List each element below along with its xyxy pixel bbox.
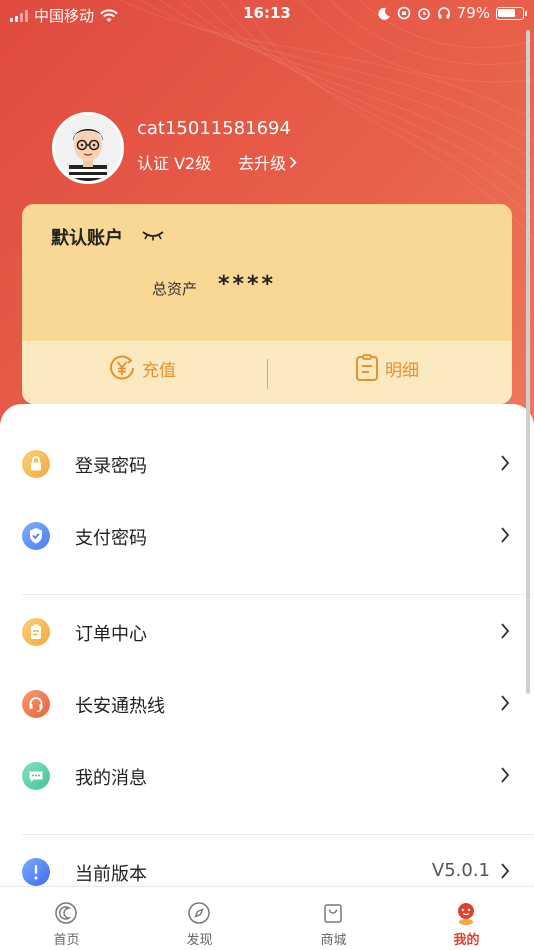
lock-icon — [22, 450, 50, 478]
yuan-coin-icon — [110, 355, 134, 380]
settings-sheet: 登录密码 支付密码 订单中心 长安通热线 我的消息 当前版本 V5.0.1 — [0, 404, 534, 950]
tab-discover[interactable]: 发现 — [133, 887, 266, 950]
menu-item-pay-password[interactable]: 支付密码 — [0, 506, 534, 566]
chevron-right-icon — [501, 767, 510, 783]
chat-bubble-icon — [22, 762, 50, 790]
clipboard-icon — [22, 618, 50, 646]
menu-item-hotline[interactable]: 长安通热线 — [0, 674, 534, 734]
chevron-right-icon — [289, 156, 297, 168]
tab-label-home: 首页 — [53, 933, 80, 948]
details-label: 明细 — [385, 360, 419, 381]
total-assets-label: 总资产 — [152, 280, 198, 298]
alarm-icon — [417, 8, 430, 20]
eye-closed-icon[interactable] — [142, 229, 164, 241]
compass-icon — [188, 902, 210, 924]
chevron-right-icon — [501, 863, 510, 879]
shopping-bag-icon — [324, 904, 342, 923]
headphones-icon — [437, 7, 450, 19]
account-title: 默认账户 — [51, 228, 123, 249]
menu-label-hotline: 长安通热线 — [75, 696, 165, 717]
menu-item-messages[interactable]: 我的消息 — [0, 746, 534, 806]
card-divider — [267, 359, 268, 389]
info-exclamation-icon — [22, 858, 50, 886]
menu-label-login-password: 登录密码 — [75, 456, 147, 477]
shield-check-icon — [22, 522, 50, 550]
upgrade-label: 去升级 — [238, 154, 287, 173]
scrollbar[interactable] — [526, 30, 530, 694]
tab-mall[interactable]: 商城 — [267, 887, 400, 950]
recharge-label: 充值 — [142, 360, 176, 381]
upgrade-link[interactable]: 去升级 — [238, 150, 297, 174]
chevron-right-icon — [501, 695, 510, 711]
tab-label-mall: 商城 — [320, 933, 347, 948]
total-assets-value: **** — [218, 272, 277, 297]
rotation-lock-icon — [397, 6, 410, 20]
chevron-right-icon — [501, 455, 510, 471]
menu-item-orders[interactable]: 订单中心 — [0, 602, 534, 662]
battery-percent: 79% — [456, 4, 490, 22]
menu-label-orders: 订单中心 — [75, 624, 147, 645]
home-icon — [55, 902, 77, 924]
details-button[interactable]: 明细 — [355, 354, 419, 382]
account-card: 默认账户 总资产 **** 充值 明细 — [22, 204, 512, 404]
tab-bar: 首页 发现 商城 我的 — [0, 886, 534, 950]
profile-icon — [458, 903, 474, 925]
avatar[interactable] — [52, 112, 124, 184]
tab-mine[interactable]: 我的 — [400, 887, 533, 950]
status-bar: 中国移动 16:13 79% — [0, 0, 534, 28]
section-divider — [22, 594, 534, 595]
chevron-right-icon — [501, 623, 510, 639]
menu-label-pay-password: 支付密码 — [75, 528, 147, 549]
section-divider — [22, 834, 534, 835]
menu-label-version: 当前版本 — [75, 864, 147, 885]
moon-icon — [378, 7, 390, 20]
battery-icon — [496, 6, 527, 20]
version-value: V5.0.1 — [431, 860, 490, 881]
menu-item-login-password[interactable]: 登录密码 — [0, 434, 534, 494]
chevron-right-icon — [501, 527, 510, 543]
certification-level: 认证 V2级 — [137, 154, 212, 173]
username: cat15011581694 — [137, 118, 291, 139]
tab-label-discover: 发现 — [186, 933, 213, 948]
headset-icon — [22, 690, 50, 718]
tab-label-mine: 我的 — [453, 933, 480, 948]
menu-label-messages: 我的消息 — [75, 768, 147, 789]
tab-home[interactable]: 首页 — [0, 887, 133, 950]
recharge-button[interactable]: 充值 — [108, 354, 176, 382]
document-list-icon — [356, 354, 378, 381]
